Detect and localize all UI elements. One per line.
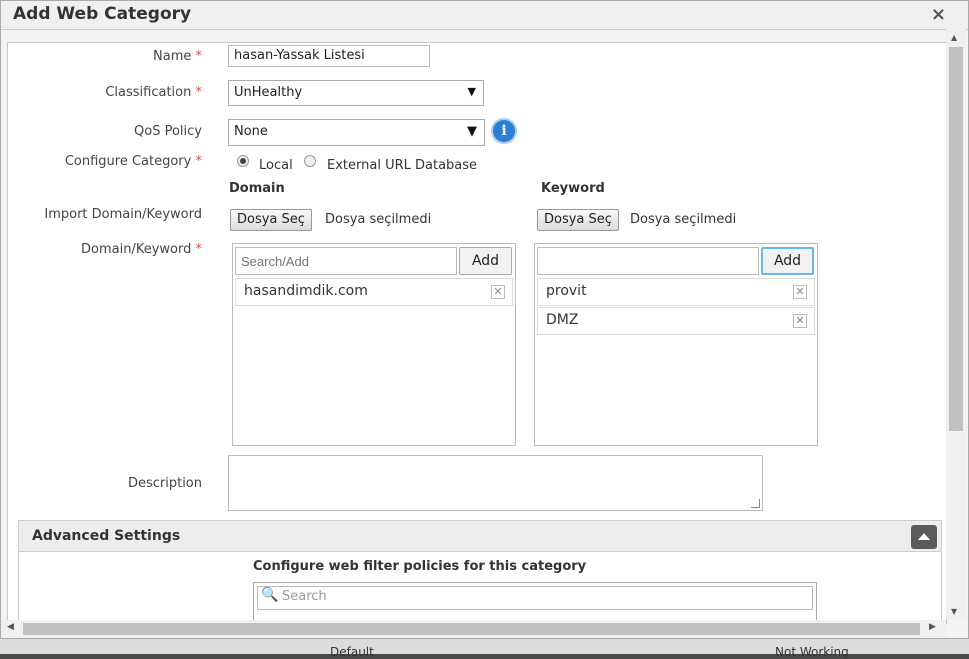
keyword-file-status: Dosya seçilmedi [630,212,737,227]
advanced-settings-title: Advanced Settings [32,528,181,544]
keyword-list-item: provit ✕ [537,278,815,306]
collapse-icon[interactable] [911,525,937,549]
info-icon[interactable]: i [493,120,515,142]
vertical-scroll-thumb[interactable] [949,47,963,431]
qos-policy-select[interactable]: None ▼ [228,119,485,146]
description-textarea[interactable] [228,455,763,511]
description-label: Description [127,476,202,491]
dialog-titlebar: Add Web Category × [1,1,968,30]
policy-list-box: Search 🔍 [253,582,817,623]
configure-category-label: Configure Category * [64,154,202,169]
scroll-down-icon[interactable]: ▼ [951,607,957,616]
local-radio[interactable] [237,155,249,167]
domain-search-add-input[interactable] [235,247,457,275]
classification-select[interactable]: UnHealthy ▼ [228,80,484,106]
external-url-database-label: External URL Database [327,158,478,173]
resize-handle-icon[interactable] [751,499,760,508]
domain-list-box: Add hasandimdik.com ✕ [232,243,516,446]
dialog-body: Name * hasan-Yassak Listesi Classificati… [7,42,947,624]
background-cell: Default [330,645,374,659]
scroll-right-icon[interactable]: ▶ [929,622,936,632]
classification-label: Classification * [105,85,202,100]
keyword-file-choose-button[interactable]: Dosya Seç [537,209,619,231]
external-url-database-radio[interactable] [304,155,316,167]
remove-icon[interactable]: ✕ [793,314,807,328]
keyword-header: Keyword [541,181,605,196]
dropdown-arrow-icon: ▼ [467,124,477,139]
search-icon: 🔍 [261,587,279,603]
local-radio-label: Local [259,158,293,173]
domain-file-choose-button[interactable]: Dosya Seç [230,209,312,231]
background-cell: Not Working [775,645,849,659]
domain-header: Domain [229,181,285,196]
policy-search-input[interactable]: Search [257,586,813,610]
remove-icon[interactable]: ✕ [793,285,807,299]
advanced-settings-body: Configure web filter policies for this c… [18,552,942,623]
remove-icon[interactable]: ✕ [491,285,505,299]
advanced-settings-header[interactable]: Advanced Settings [18,520,942,552]
domain-file-status: Dosya seçilmedi [325,212,432,227]
keyword-list-item: DMZ ✕ [537,307,815,335]
horizontal-scrollbar[interactable]: ◀ ▶ [1,620,946,638]
domain-keyword-label: Domain/Keyword * [81,242,202,257]
keyword-add-input[interactable] [537,247,759,275]
name-input[interactable]: hasan-Yassak Listesi [228,45,430,67]
qos-policy-label: QoS Policy [134,124,202,139]
vertical-scrollbar[interactable]: ▲ ▼ [946,29,966,619]
name-label: Name * [153,49,202,64]
domain-list-item: hasandimdik.com ✕ [235,278,513,306]
keyword-add-button[interactable]: Add [761,247,814,275]
domain-add-button[interactable]: Add [459,247,512,275]
import-domain-keyword-label: Import Domain/Keyword [44,207,202,222]
add-web-category-dialog: Add Web Category × Name * hasan-Yassak L… [0,0,969,639]
horizontal-scroll-thumb[interactable] [23,623,920,635]
keyword-list-box: Add provit ✕ DMZ ✕ [534,243,818,446]
dialog-title: Add Web Category [13,4,192,24]
scroll-up-icon[interactable]: ▲ [951,33,957,42]
close-icon[interactable]: × [931,4,946,25]
scroll-left-icon[interactable]: ◀ [7,622,14,632]
advanced-settings-subtitle: Configure web filter policies for this c… [253,559,587,574]
dropdown-arrow-icon: ▼ [467,85,476,98]
